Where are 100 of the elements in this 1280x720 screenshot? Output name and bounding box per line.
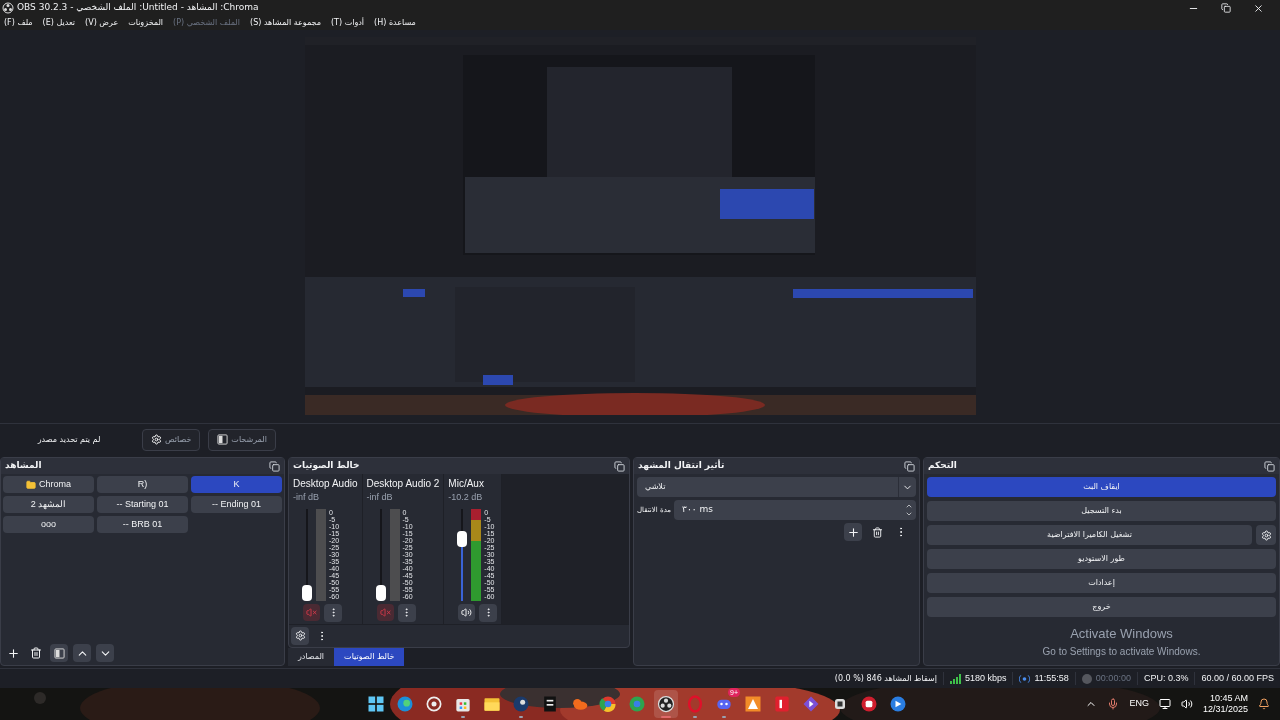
volume-slider[interactable] [456,508,469,601]
target-icon [424,694,444,714]
language-indicator[interactable]: ENG [1129,697,1149,711]
round-color-icon [627,694,647,714]
plus-icon [846,525,860,539]
dock-tab[interactable]: المصادر [288,647,335,666]
volume-slider[interactable] [301,508,313,601]
increment-icon[interactable] [905,502,913,510]
piston-icon [511,694,531,714]
menu-item[interactable]: (H) مساعدة [374,17,416,29]
dock-title: تأثير انتقال المشهد [638,459,725,473]
no-source-label: لم يتم تحديد مصدر [36,433,102,446]
control-button[interactable]: طور الاستوديو [927,549,1276,569]
undock-icon[interactable] [614,460,625,472]
scene-item[interactable]: -- BRB 01 [97,516,188,533]
control-button[interactable]: تشغيل الكاميرا الافتراضية [927,525,1252,545]
channel-menu-button[interactable] [479,603,498,622]
microphone-icon[interactable] [1107,698,1120,710]
undock-icon[interactable] [904,460,915,472]
squares-icon [366,694,386,714]
notification-bell-icon[interactable] [1258,698,1270,710]
channel-reading: -inf dB [293,491,320,504]
menu-item[interactable]: المخزونات [128,17,164,29]
scene-item[interactable]: ooo [3,516,94,533]
folder-icon [26,479,36,490]
channel-menu-button[interactable] [397,603,416,622]
activation-message: Go to Settings to activate Windows. [1042,644,1201,659]
scene-item[interactable]: -- Starting 01 [97,496,188,513]
add-button[interactable] [844,523,862,541]
window-title: OBS 30.2.3 - الملف الشخصي :Untitled - المشاهد :Chroma [17,1,259,15]
scene-item[interactable]: Chroma [3,476,94,493]
scene-item[interactable]: K [191,476,282,493]
control-button[interactable]: ايقاف البث [927,477,1276,497]
frame-rate: 60.00 / 60.00 FPS [1194,671,1280,686]
channel-name: Desktop Audio [293,477,358,491]
gear-icon [294,630,306,641]
undock-icon[interactable] [1264,460,1275,472]
control-button[interactable]: خروج [927,597,1276,617]
clock-time[interactable]: 10:45 AM [1209,693,1248,704]
channel-reading: -10.2 dB [448,491,484,504]
mute-button[interactable] [458,603,476,621]
app-logo-icon [2,2,14,14]
half-square-icon [217,434,229,445]
control-button[interactable]: إعدادات [927,573,1276,593]
dock-title: المشاهد [5,459,42,473]
dock-title: التحكم [928,459,957,473]
slider-thumb[interactable] [375,584,386,601]
channel-name: Desktop Audio 2 [366,477,440,491]
round-color-icon [598,694,618,714]
control-button[interactable]: بدء التسجيل [927,501,1276,521]
trash-icon [30,647,42,659]
close-icon[interactable] [1253,2,1264,14]
filters-button[interactable] [50,644,68,662]
speaker-icon [461,606,473,618]
play-icon [801,694,821,714]
scene-item[interactable]: المشهد 2 [3,496,94,513]
scene-item[interactable]: R) [97,476,188,493]
trash-icon [871,526,883,538]
channel-name: Mic/Aux [448,477,485,491]
menu-item[interactable]: (T) أدوات [331,17,365,29]
advanced-audio-button[interactable] [291,626,309,645]
menu-item[interactable]: (V) عرض [85,17,119,29]
ring-icon [685,694,705,714]
move-down-button[interactable] [96,644,114,662]
clock-date[interactable]: 12/31/2025 [1202,704,1248,715]
restore-icon[interactable] [1221,3,1231,13]
swirl-icon [395,694,415,714]
transition-dropdown[interactable]: تلاشي [637,477,916,497]
move-up-button[interactable] [73,644,91,662]
gear-icon [1260,529,1272,541]
taskbar-app[interactable] [654,690,678,718]
cpu-usage: CPU: 0.3% [1136,671,1195,686]
circle-logo-icon [656,694,676,714]
plus-icon [6,646,20,660]
fist-icon [859,694,879,714]
record-time: 00:00:00 [1095,671,1131,685]
network-icon[interactable] [1158,698,1171,710]
menu-item[interactable]: (S) مجموعة المشاهد [250,17,321,29]
volume-slider[interactable] [374,508,387,601]
activation-title: Activate Windows [1070,625,1173,643]
channel-reading: -inf dB [366,491,394,504]
circle-icon [888,694,908,714]
slider-thumb[interactable] [302,584,312,601]
menu-item[interactable]: (E) تعديل [42,17,76,29]
muted-speaker-icon [306,606,317,618]
gear-icon [151,434,162,445]
menu-item[interactable]: (F) ملف [4,17,33,29]
stream-time: 11:55:58 [1034,671,1069,685]
scene-item[interactable]: -- Ending 01 [191,496,282,513]
dropped-frames: (0.0 %) 846 إسقاط المشاهد [828,672,943,685]
duration-field[interactable]: ٣٠٠ ms [674,500,916,520]
half-square-icon [53,647,65,659]
broadcast-icon [1019,673,1031,684]
bitrate: 5180 kbps [964,671,1007,685]
slider-thumb[interactable] [457,531,468,548]
settings-button[interactable] [1256,525,1276,545]
decrement-icon[interactable] [905,510,913,518]
undock-icon[interactable] [269,460,280,472]
channel-menu-button[interactable] [324,603,342,622]
speaker-icon[interactable] [1180,698,1193,710]
